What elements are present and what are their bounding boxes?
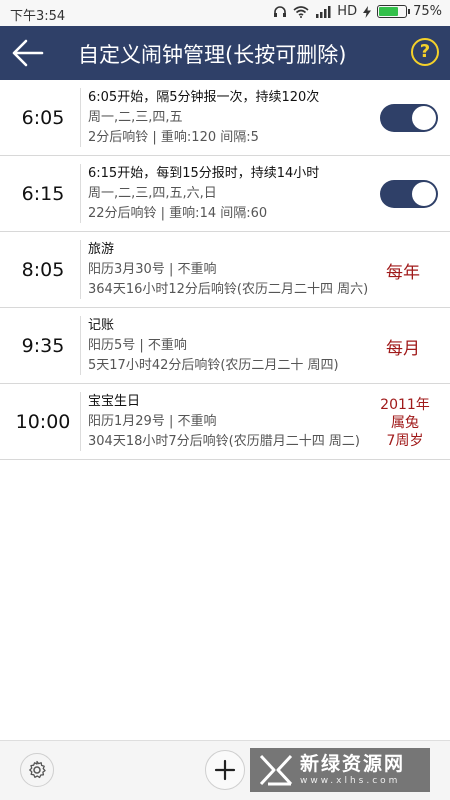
badge-age: 7周岁: [386, 433, 424, 449]
status-bar: 下午3:54 HD 75%: [0, 0, 450, 26]
help-button[interactable]: ?: [411, 38, 439, 66]
signal-icon: [315, 5, 331, 18]
alarm-title: 宝宝生日: [88, 394, 141, 409]
badge-zodiac: 属兔: [391, 415, 419, 431]
alarm-title: 旅游: [88, 242, 115, 257]
alarm-time: 6:05: [21, 107, 65, 129]
watermark: 新绿资源网 www.xlhs.com: [250, 748, 430, 792]
alarm-repeat: 周一,二,三,四,五: [88, 110, 183, 125]
back-button[interactable]: [10, 37, 46, 69]
page-title: 自定义闹钟管理(长按可删除): [78, 43, 347, 67]
add-alarm-button[interactable]: [205, 750, 245, 790]
alarm-title: 6:15开始，每到15分报时，持续14小时: [88, 166, 320, 181]
plus-icon: [214, 759, 236, 781]
alarm-row[interactable]: 9:35 记账 阳历5号 | 不重响 5天17小时42分后响铃(农历二月二十 周…: [0, 308, 450, 384]
alarm-time: 8:05: [21, 259, 65, 281]
watermark-text: 新绿资源网 www.xlhs.com: [300, 753, 405, 787]
alarm-info: 304天18小时7分后响铃(农历腊月二十四 周二): [88, 434, 360, 449]
alarm-time: 9:35: [21, 335, 65, 357]
status-time: 下午3:54: [10, 9, 66, 24]
repeat-badge: 每年: [386, 262, 420, 283]
alarm-info: 364天16小时12分后响铃(农历二月二十四 周六): [88, 282, 369, 297]
alarm-title: 6:05开始，隔5分钟报一次，持续120次: [88, 90, 320, 105]
row-divider: [80, 240, 81, 299]
alarm-title: 记账: [88, 318, 115, 333]
birthday-badge: 2011年 属兔 7周岁: [368, 396, 442, 450]
repeat-badge: 每月: [386, 338, 420, 359]
alarm-details: 6:05开始，隔5分钟报一次，持续120次 周一,二,三,四,五 2分后响铃 |…: [88, 88, 380, 148]
alarm-details: 记账 阳历5号 | 不重响 5天17小时42分后响铃(农历二月二十 周四): [88, 316, 380, 376]
alarm-repeat: 阳历5号 | 不重响: [88, 338, 187, 353]
alarm-details: 宝宝生日 阳历1月29号 | 不重响 304天18小时7分后响铃(农历腊月二十四…: [88, 392, 380, 452]
settings-button[interactable]: [20, 753, 54, 787]
alarm-details: 6:15开始，每到15分报时，持续14小时 周一,二,三,四,五,六,日 22分…: [88, 164, 380, 224]
toggle-knob: [412, 182, 436, 206]
alarm-row[interactable]: 6:15 6:15开始，每到15分报时，持续14小时 周一,二,三,四,五,六,…: [0, 156, 450, 232]
alarm-toggle[interactable]: [380, 180, 438, 208]
row-divider: [80, 392, 81, 451]
watermark-url: www.xlhs.com: [300, 776, 401, 786]
alarm-list: 6:05 6:05开始，隔5分钟报一次，持续120次 周一,二,三,四,五 2分…: [0, 80, 450, 460]
status-icons: HD 75%: [273, 4, 442, 19]
row-divider: [80, 316, 81, 375]
network-type: HD: [337, 4, 358, 19]
wifi-icon: [293, 5, 309, 18]
badge-year: 2011年: [380, 397, 430, 413]
alarm-row[interactable]: 6:05 6:05开始，隔5分钟报一次，持续120次 周一,二,三,四,五 2分…: [0, 80, 450, 156]
alarm-row[interactable]: 10:00 宝宝生日 阳历1月29号 | 不重响 304天18小时7分后响铃(农…: [0, 384, 450, 460]
alarm-info: 22分后响铃 | 重响:14 间隔:60: [88, 206, 268, 221]
row-divider: [80, 164, 81, 223]
alarm-details: 旅游 阳历3月30号 | 不重响 364天16小时12分后响铃(农历二月二十四 …: [88, 240, 380, 300]
toggle-knob: [412, 106, 436, 130]
alarm-repeat: 阳历1月29号 | 不重响: [88, 414, 217, 429]
alarm-time: 6:15: [21, 183, 65, 205]
alarm-row[interactable]: 8:05 旅游 阳历3月30号 | 不重响 364天16小时12分后响铃(农历二…: [0, 232, 450, 308]
alarm-info: 2分后响铃 | 重响:120 间隔:5: [88, 130, 259, 145]
charging-icon: [363, 5, 372, 18]
alarm-repeat: 周一,二,三,四,五,六,日: [88, 186, 217, 201]
battery-level: [379, 7, 399, 16]
battery-percent: 75%: [413, 4, 442, 19]
row-divider: [80, 88, 81, 147]
arrow-left-icon: [12, 39, 44, 67]
alarm-time: 10:00: [15, 411, 71, 433]
gear-icon: [29, 760, 46, 779]
watermark-name: 新绿资源网: [300, 753, 406, 775]
battery-icon: [377, 5, 411, 18]
watermark-logo: [259, 754, 293, 786]
alarm-info: 5天17小时42分后响铃(农历二月二十 周四): [88, 358, 339, 373]
headphones-icon: [273, 5, 287, 18]
alarm-repeat: 阳历3月30号 | 不重响: [88, 262, 217, 277]
app-bar: 自定义闹钟管理(长按可删除) ?: [0, 26, 450, 80]
alarm-toggle[interactable]: [380, 104, 438, 132]
